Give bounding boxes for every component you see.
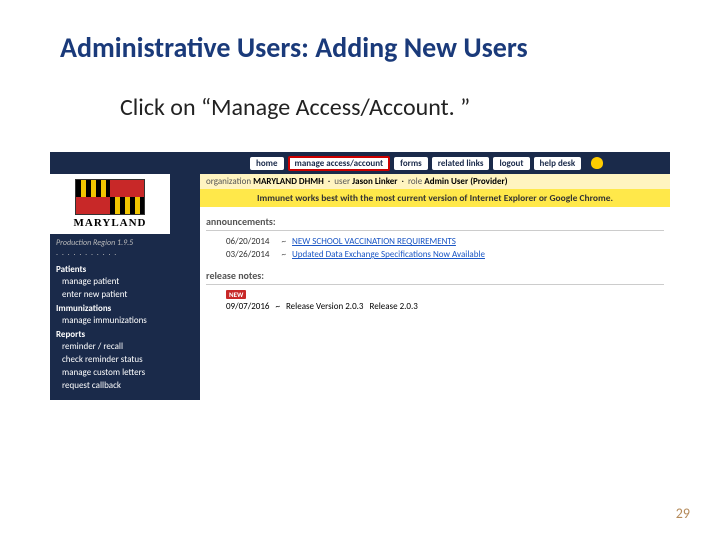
nav-forms[interactable]: forms (394, 157, 428, 170)
sidebar-item-reminder-recall[interactable]: reminder / recall (50, 340, 200, 353)
org-label: organization (206, 176, 251, 187)
release-row: NEW (200, 289, 670, 300)
lightbulb-icon[interactable] (591, 157, 603, 169)
compat-banner: Immunet works best with the most current… (200, 189, 670, 207)
slide-title: Administrative Users: Adding New Users (60, 30, 680, 65)
announcement-date: 06/20/2014 (226, 236, 269, 247)
announcements-header: announcements: (200, 207, 670, 230)
sidebar-item-manage-immunizations[interactable]: manage immunizations (50, 314, 200, 327)
announcement-link[interactable]: NEW SCHOOL VACCINATION REQUIREMENTS (292, 236, 456, 247)
org-value: MARYLAND DHMH (253, 176, 324, 187)
release-header: release notes: (200, 261, 670, 284)
divider (206, 230, 664, 231)
announcement-link[interactable]: Updated Data Exchange Specifications Now… (292, 249, 485, 260)
sidebar-header-immunizations: Immunizations (50, 301, 200, 314)
sidebar-item-manage-patient[interactable]: manage patient (50, 275, 200, 288)
sidebar-item-manage-letters[interactable]: manage custom letters (50, 366, 200, 379)
release-tail: Release 2.0.3 (369, 301, 417, 312)
announcement-date: 03/26/2014 (226, 249, 269, 260)
nav-logout[interactable]: logout (493, 157, 529, 170)
nav-helpdesk[interactable]: help desk (534, 157, 582, 170)
top-navbar: home manage access/account forms related… (50, 152, 670, 174)
release-link[interactable]: Release Version 2.0.3 (286, 301, 364, 312)
sidebar-header-reports: Reports (50, 327, 200, 340)
app-screenshot: home manage access/account forms related… (50, 152, 670, 400)
slide-instruction: Click on “Manage Access/Account. ” (120, 93, 680, 122)
release-row: 09/07/2016 ~ Release Version 2.0.3 Relea… (200, 300, 670, 313)
role-value: Admin User (Provider) (424, 176, 507, 187)
new-badge: NEW (226, 290, 246, 299)
sidebar: MARYLAND Production Region 1.9.5 . . . .… (50, 174, 200, 400)
sidebar-item-enter-new-patient[interactable]: enter new patient (50, 288, 200, 301)
sidebar-header-patients: Patients (50, 262, 200, 275)
sidebar-item-request-callback[interactable]: request callback (50, 379, 200, 392)
release-sep: ~ (275, 301, 279, 312)
maryland-flag-icon (75, 179, 145, 215)
region-label: Production Region 1.9.5 (50, 234, 200, 248)
release-date: 09/07/2016 (226, 301, 269, 312)
announcement-sep: ~ (282, 249, 286, 260)
page-number: 29 (676, 505, 690, 522)
nav-related-links[interactable]: related links (432, 157, 490, 170)
role-label: role (408, 176, 422, 187)
divider (206, 284, 664, 285)
nav-manage-access[interactable]: manage access/account (288, 156, 391, 171)
announcement-row: 03/26/2014 ~ Updated Data Exchange Speci… (200, 248, 670, 261)
nav-home[interactable]: home (250, 157, 284, 170)
maryland-logo: MARYLAND (50, 174, 170, 234)
main-content: organization MARYLAND DHMH · user Jason … (200, 174, 670, 400)
announcement-sep: ~ (282, 236, 286, 247)
maryland-logo-text: MARYLAND (74, 217, 147, 229)
sidebar-item-check-reminder[interactable]: check reminder status (50, 353, 200, 366)
user-label: user (334, 176, 350, 187)
user-value: Jason Linker (352, 176, 397, 187)
announcement-row: 06/20/2014 ~ NEW SCHOOL VACCINATION REQU… (200, 235, 670, 248)
divider-dots: . . . . . . . . . . . (50, 248, 200, 262)
org-user-row: organization MARYLAND DHMH · user Jason … (200, 174, 670, 189)
